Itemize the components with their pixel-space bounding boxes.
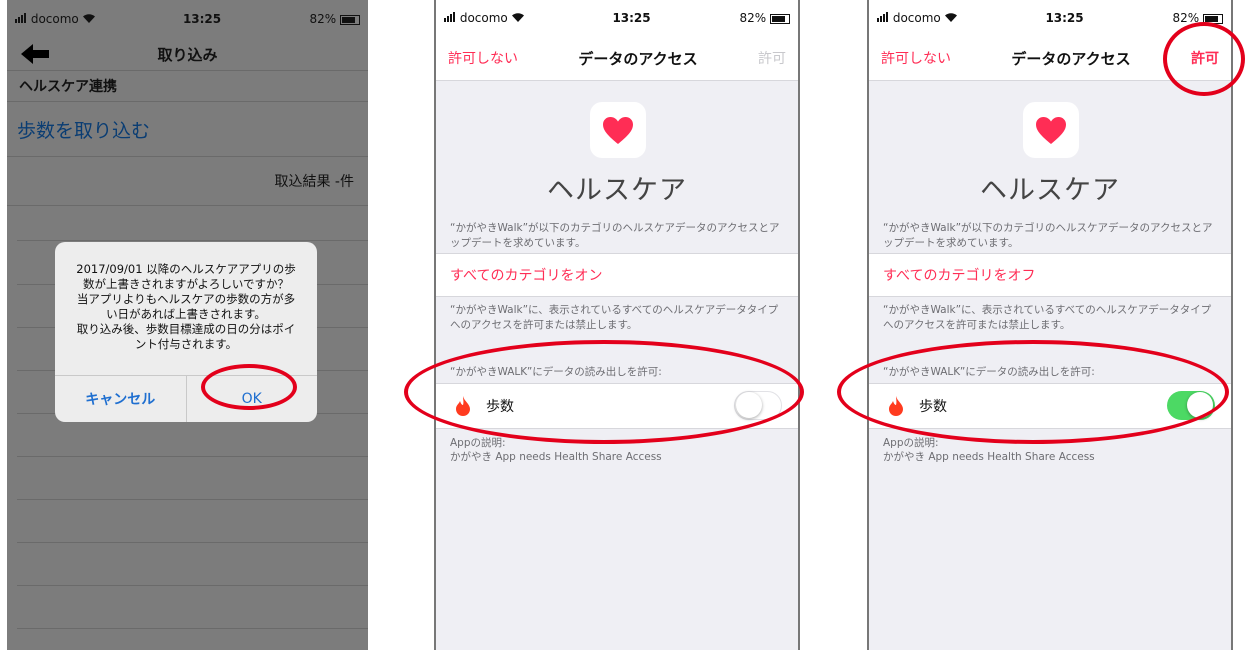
- allow-button[interactable]: 許可: [758, 48, 786, 68]
- carrier-signal: docomo: [15, 12, 95, 27]
- battery-icon: [769, 13, 790, 24]
- divider: [17, 542, 368, 543]
- cancel-button[interactable]: キャンセル: [55, 376, 187, 422]
- annotation-ring-ok: [201, 364, 297, 410]
- dont-allow-button[interactable]: 許可しない: [448, 48, 518, 68]
- clock: 13:25: [182, 12, 222, 26]
- permission-description: “かがやきWalk”に、表示されているすべてのヘルスケアデータタイプへのアクセス…: [883, 304, 1212, 331]
- status-bar: docomo 13:25 82%: [436, 0, 798, 36]
- import-steps-link[interactable]: 歩数を取り込む: [7, 102, 368, 157]
- clock: 13:25: [1045, 11, 1084, 25]
- battery-percent: 82%: [739, 11, 767, 25]
- annotation-ring-steps-off: [404, 340, 804, 444]
- carrier-label: docomo: [459, 10, 508, 25]
- import-screen: docomo 13:25 82% 取り込み ヘルスケア連携 歩数を取り込む 取込…: [7, 0, 368, 650]
- health-app-icon: [590, 102, 646, 158]
- app-name: ヘルスケア: [547, 175, 687, 206]
- nav-bar: 許可しない データのアクセス 許可: [436, 36, 798, 81]
- signal-icon: [877, 11, 889, 25]
- import-result: 取込結果 -件: [7, 157, 368, 206]
- page-title: 取り込み: [157, 45, 218, 64]
- app-name: ヘルスケア: [980, 175, 1120, 206]
- wifi-icon: [511, 12, 524, 22]
- heart-icon: [603, 116, 633, 144]
- health-access-screen-after: docomo 13:25 82% 許可しない データのアクセス 許可 ヘルスケア…: [867, 0, 1233, 650]
- annotation-ring-steps-on: [837, 340, 1229, 444]
- divider: [17, 499, 368, 500]
- app-description-text: かがやき App needs Health Share Access: [450, 451, 662, 463]
- carrier-signal: docomo: [444, 11, 524, 26]
- request-description: “かがやきWalk”が以下のカテゴリのヘルスケアデータのアクセスとアップデートを…: [883, 222, 1213, 249]
- nav-bar: 取り込み: [7, 38, 368, 71]
- toggle-all-categories-button[interactable]: すべてのカテゴリをオフ: [869, 253, 1231, 297]
- signal-icon: [15, 12, 27, 26]
- clock: 13:25: [612, 11, 651, 25]
- divider: [17, 456, 368, 457]
- battery-status: 82%: [739, 11, 790, 25]
- divider: [17, 585, 368, 586]
- status-bar: docomo 13:25 82%: [7, 0, 368, 38]
- battery-status: 82%: [309, 12, 360, 26]
- heart-icon: [1036, 116, 1066, 144]
- annotation-ring-allow: [1163, 22, 1245, 96]
- dialog-message: 2017/09/01 以降のヘルスケアアプリの歩 数が上書きされますがよろしいで…: [76, 262, 296, 351]
- wifi-icon: [944, 12, 957, 22]
- app-description-text: かがやき App needs Health Share Access: [883, 451, 1095, 463]
- signal-icon: [444, 11, 456, 25]
- section-header: ヘルスケア連携: [7, 71, 368, 102]
- dont-allow-button[interactable]: 許可しない: [881, 48, 951, 68]
- battery-percent: 82%: [309, 12, 337, 26]
- wifi-icon: [82, 13, 95, 23]
- health-app-icon: [1023, 102, 1079, 158]
- page-title: データのアクセス: [1011, 49, 1131, 68]
- carrier-label: docomo: [892, 10, 941, 25]
- carrier-label: docomo: [30, 11, 79, 26]
- health-access-screen-before: docomo 13:25 82% 許可しない データのアクセス 許可 ヘルスケア…: [434, 0, 800, 650]
- battery-icon: [339, 14, 360, 25]
- permission-description: “かがやきWalk”に、表示されているすべてのヘルスケアデータタイプへのアクセス…: [450, 304, 779, 331]
- back-arrow-icon[interactable]: [21, 44, 49, 64]
- divider: [17, 240, 368, 241]
- request-description: “かがやきWalk”が以下のカテゴリのヘルスケアデータのアクセスとアップデートを…: [450, 222, 780, 249]
- toggle-all-categories-button[interactable]: すべてのカテゴリをオン: [436, 253, 798, 297]
- divider: [17, 628, 368, 629]
- carrier-signal: docomo: [877, 11, 957, 26]
- page-title: データのアクセス: [578, 49, 698, 68]
